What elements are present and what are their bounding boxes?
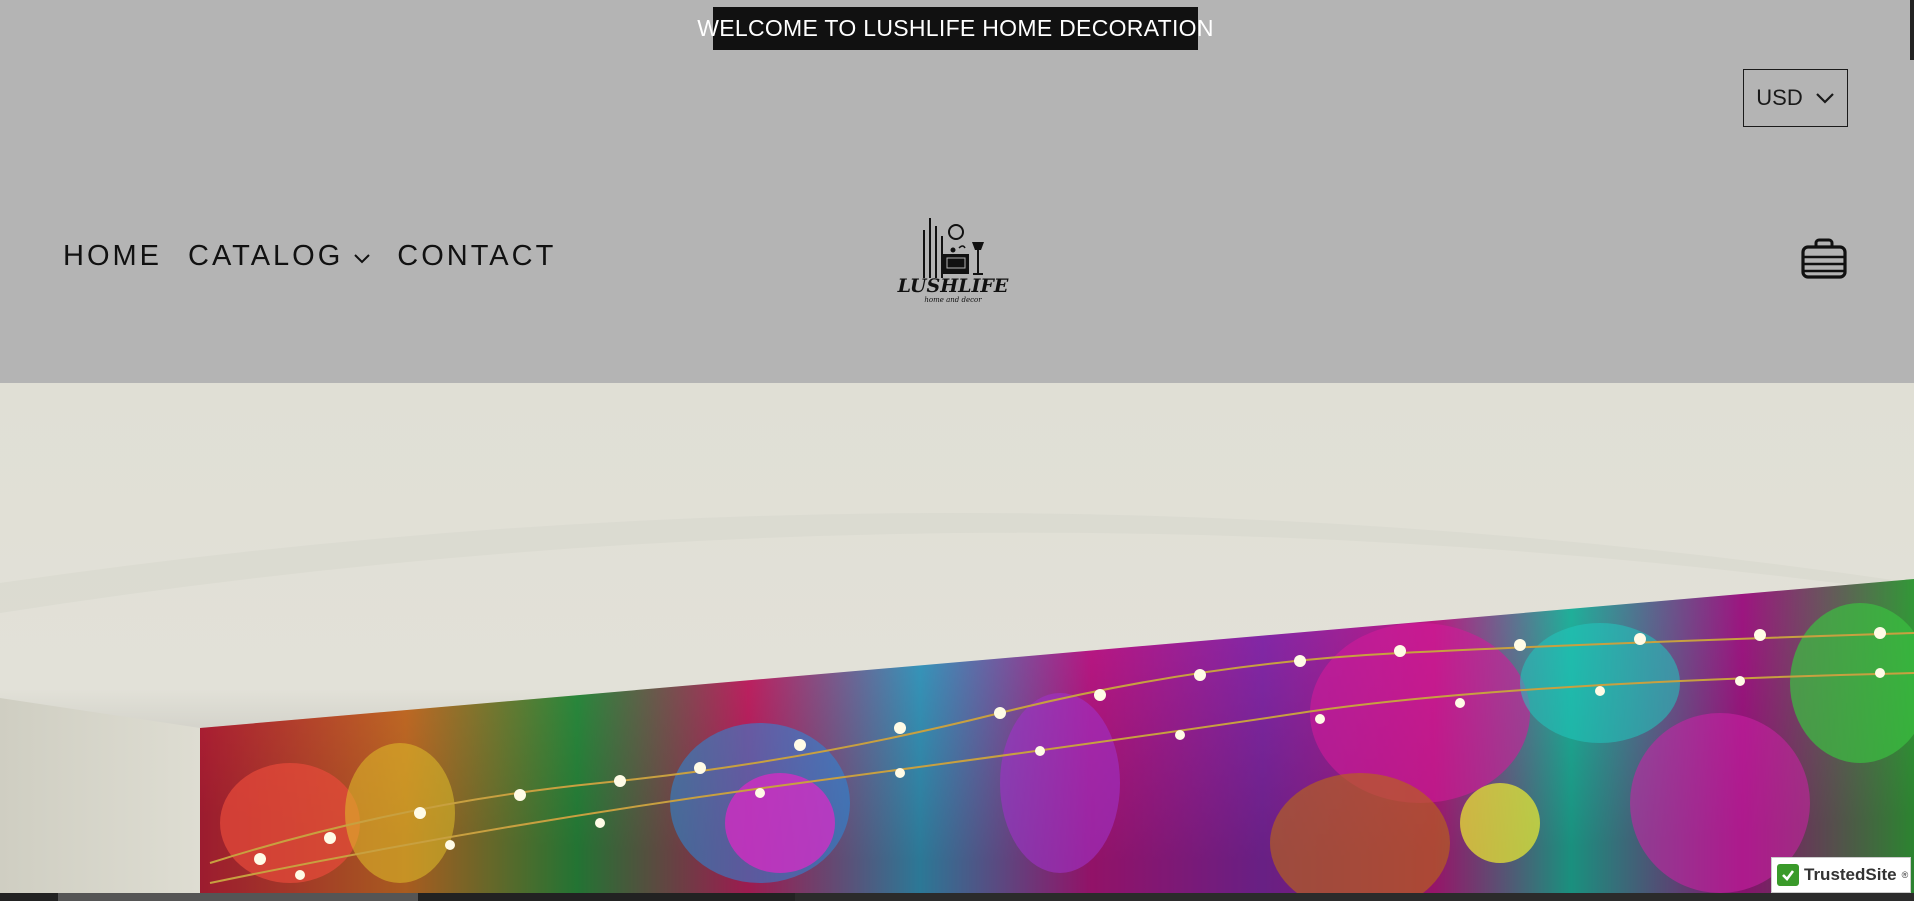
nav-item-label: CATALOG <box>188 240 344 272</box>
hero-banner <box>0 383 1914 893</box>
registered-mark: ® <box>1901 870 1909 880</box>
shopping-bag-icon[interactable] <box>1800 237 1848 281</box>
nav-item-home[interactable]: HOME <box>63 240 162 273</box>
scrollbar[interactable] <box>1910 0 1914 60</box>
bottom-bar-segment <box>795 893 1914 901</box>
trustedsite-badge[interactable]: TrustedSite ® <box>1771 857 1911 893</box>
nav-item-contact[interactable]: CONTACT <box>397 240 556 273</box>
chevron-down-icon <box>354 253 370 263</box>
nav-item-label: HOME <box>63 240 162 272</box>
announcement-bar: WELCOME TO LUSHLIFE HOME DECORATION <box>697 7 1213 50</box>
chevron-down-icon <box>1815 93 1834 104</box>
bottom-bar-segment <box>58 893 418 901</box>
svg-text:home and decor: home and decor <box>924 296 982 304</box>
bottom-bar <box>0 893 1914 901</box>
trustedsite-label: TrustedSite <box>1804 865 1897 884</box>
announcement-text: WELCOME TO LUSHLIFE HOME DECORATION <box>697 15 1214 41</box>
svg-text:LUSHLIFE: LUSHLIFE <box>897 275 1009 297</box>
main-nav: HOME CATALOG CONTACT <box>63 240 556 273</box>
nav-item-catalog[interactable]: CATALOG <box>188 240 371 273</box>
checkmark-icon <box>1777 864 1799 886</box>
hero-image <box>0 383 1914 893</box>
brand-logo[interactable]: LUSHLIFE home and decor <box>893 212 1013 304</box>
nav-item-label: CONTACT <box>397 240 557 272</box>
currency-value: USD <box>1756 85 1803 110</box>
site-header: WELCOME TO LUSHLIFE HOME DECORATION USD … <box>0 0 1914 383</box>
currency-selector[interactable]: USD <box>1743 69 1848 127</box>
